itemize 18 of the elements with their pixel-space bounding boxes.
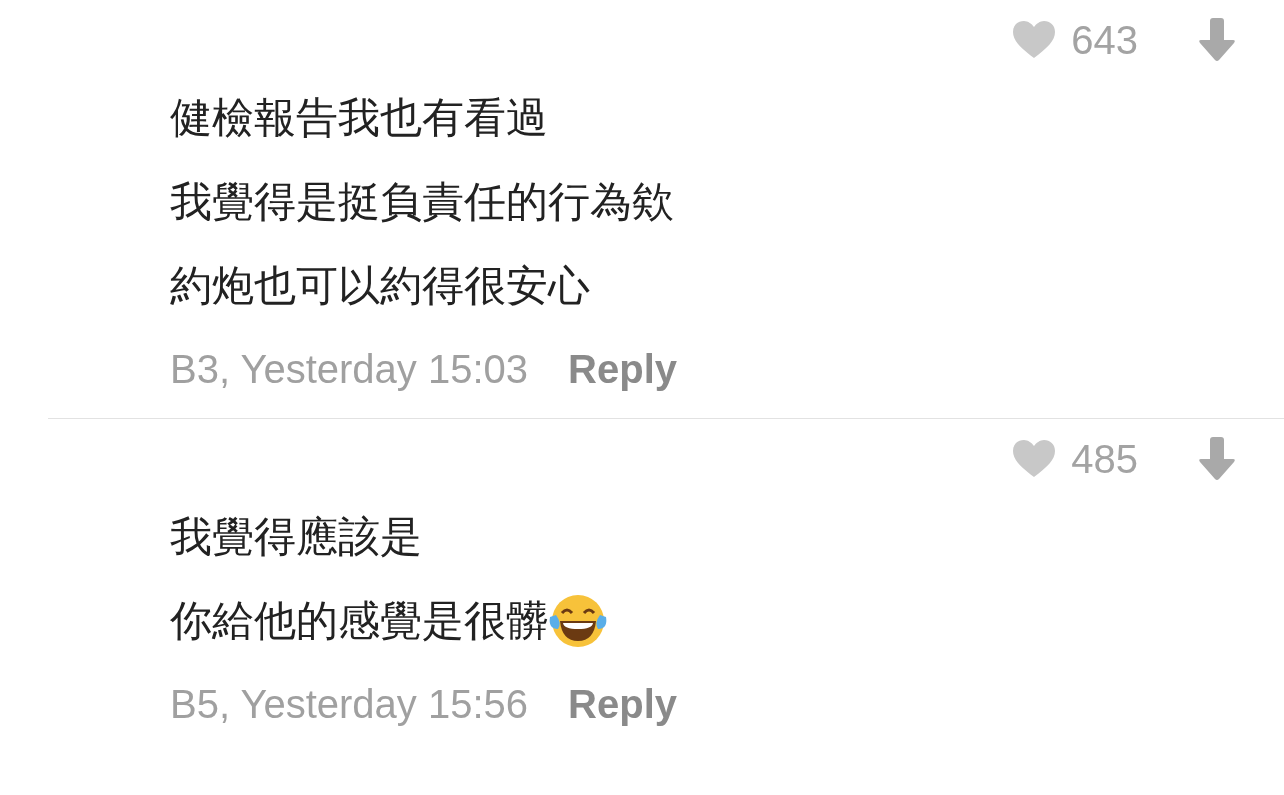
like-button[interactable]: 643 (1013, 17, 1138, 63)
comment-text: 健檢報告我也有看過 (170, 93, 548, 143)
comment-meta: B5, Yesterday 15:56 (170, 681, 529, 727)
like-count: 643 (1071, 17, 1138, 63)
heart-icon (1013, 440, 1056, 478)
comment-text: 約炮也可以約得很安心 (170, 261, 590, 311)
reply-link[interactable]: Reply (568, 681, 677, 727)
like-button[interactable]: 485 (1013, 436, 1138, 482)
like-count: 485 (1071, 436, 1138, 482)
downvote-arrow-icon[interactable] (1198, 437, 1236, 481)
comment-text: 我覺得是挺負責任的行為欸 (170, 177, 674, 227)
downvote-arrow-icon[interactable] (1198, 18, 1236, 62)
comment-text: 我覺得應該是 (170, 512, 422, 562)
comment-text: 你給他的感覺是很髒 (170, 596, 548, 646)
laughing-tears-emoji-icon (548, 593, 608, 649)
heart-icon (1013, 21, 1056, 59)
comment-meta: B3, Yesterday 15:03 (170, 346, 529, 392)
reply-link[interactable]: Reply (568, 346, 677, 392)
